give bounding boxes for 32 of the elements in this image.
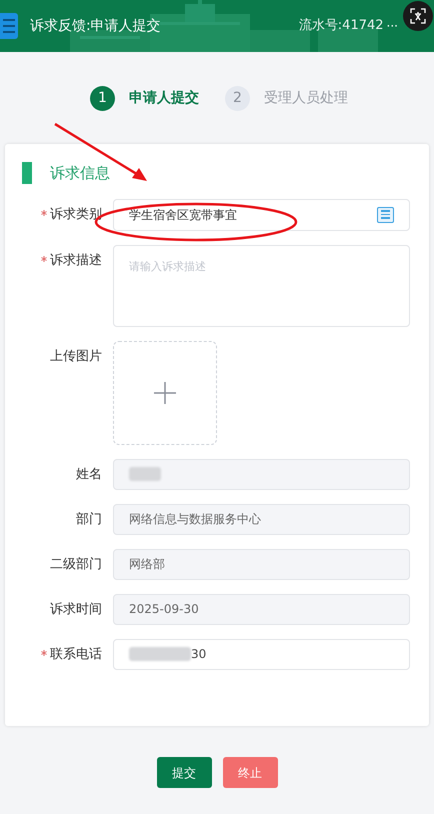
field-label: 诉求类别 [50, 206, 102, 224]
translate-icon [410, 8, 426, 24]
step-number: 1 [90, 86, 115, 110]
plus-icon [154, 382, 176, 404]
field-value: 学生宿舍区宽带事宜 [129, 206, 237, 224]
step-number: 2 [225, 86, 250, 110]
input-field[interactable]: 30 [113, 638, 410, 670]
section-marker [22, 162, 32, 184]
field-value: 网络信息与数据服务中心 [129, 511, 261, 528]
terminate-button[interactable]: 终止 [222, 757, 278, 788]
document-icon [0, 13, 18, 39]
step-label: 申请人提交 [129, 88, 199, 108]
select-field[interactable]: 学生宿舍区宽带事宜 [113, 198, 410, 230]
page-title: 诉求反馈:申请人提交 [30, 16, 161, 36]
field-label: 诉求时间 [50, 600, 102, 618]
section-title: 诉求信息 [50, 163, 110, 184]
serial-number: 流水号:41742 [298, 17, 384, 36]
field-value: 30 [191, 646, 206, 663]
upload-button[interactable] [113, 340, 217, 444]
submit-button[interactable]: 提交 [156, 757, 212, 788]
field-value: 网络部 [129, 556, 165, 573]
field-label: 诉求描述 [50, 252, 102, 270]
placeholder-text: 请输入诉求描述 [129, 260, 206, 272]
more-button[interactable]: ··· [386, 17, 398, 35]
field-label: 部门 [76, 510, 102, 528]
field-value: 2025-09-30 [129, 601, 199, 618]
field-label: 联系电话 [50, 646, 102, 664]
field-label: 姓名 [76, 466, 102, 484]
field-label: 上传图片 [50, 348, 102, 366]
field-label: 二级部门 [50, 556, 102, 574]
step-label: 受理人员处理 [264, 88, 348, 108]
list-icon[interactable] [377, 206, 394, 222]
